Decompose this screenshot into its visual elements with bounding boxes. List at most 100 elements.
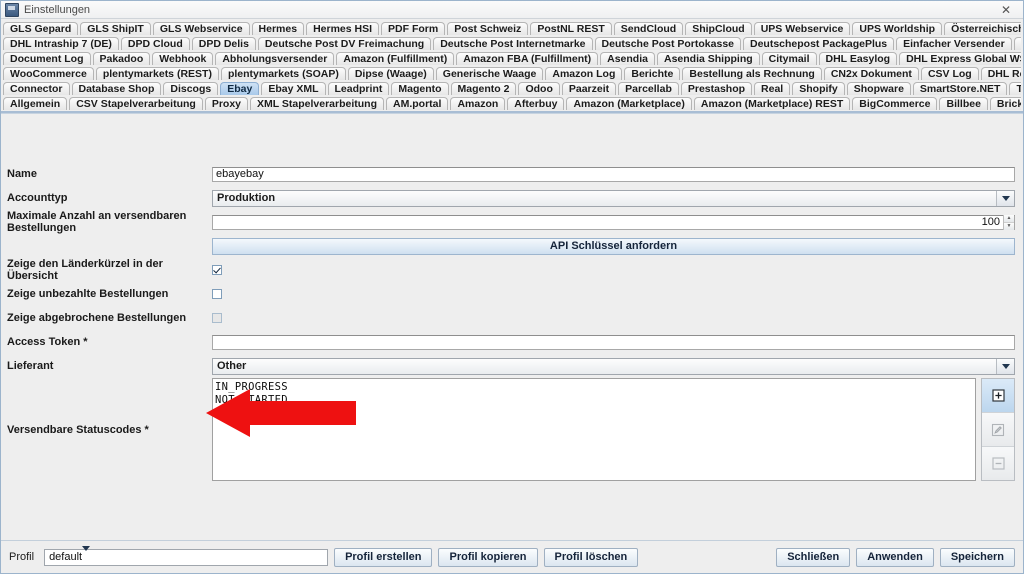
tab-trackingportal[interactable]: Trackingportal [1009, 82, 1021, 95]
tab-leadprint[interactable]: Leadprint [327, 82, 390, 95]
chevron-down-icon[interactable] [82, 546, 91, 563]
accounttyp-select[interactable]: Produktion [212, 189, 1015, 207]
tab-ups-worldship[interactable]: UPS Worldship [852, 22, 943, 35]
tab-bricklink[interactable]: Bricklink [989, 97, 1021, 110]
tab-citymail[interactable]: Citymail [761, 52, 817, 65]
tab-amazon-marketplace[interactable]: Amazon (Marketplace) [566, 97, 692, 110]
tab-deutschepost-packageplus[interactable]: Deutschepost PackagePlus [743, 37, 895, 50]
tab-dhl-easylog[interactable]: DHL Easylog [818, 52, 898, 65]
tab-amazon[interactable]: Amazon [450, 97, 506, 110]
tab-berichte[interactable]: Berichte [624, 67, 681, 80]
tab-magento[interactable]: Magento [391, 82, 449, 95]
tab-parcellab[interactable]: Parcellab [618, 82, 679, 95]
edit-statuscode-button[interactable] [982, 413, 1014, 447]
tab-abholungsversender[interactable]: Abholungsversender [215, 52, 335, 65]
tab-dhl-express-global-ws[interactable]: DHL Express Global WS [899, 52, 1021, 65]
tab-proxy[interactable]: Proxy [204, 97, 248, 110]
tab-database-shop[interactable]: Database Shop [71, 82, 162, 95]
chevron-down-icon[interactable] [996, 358, 1014, 374]
tab-prestashop[interactable]: Prestashop [680, 82, 753, 95]
stepper-arrows[interactable]: ▲ ▼ [1003, 214, 1014, 230]
tab-webhook[interactable]: Webhook [152, 52, 214, 65]
tab-asendia[interactable]: Asendia [600, 52, 655, 65]
tab-dhl-intraship-7-de[interactable]: DHL Intraship 7 (DE) [3, 37, 119, 50]
list-item[interactable]: IN_PROGRESS [215, 381, 975, 394]
tab-csv-stapelverarbeitung[interactable]: CSV Stapelverarbeitung [69, 97, 203, 110]
tab-document-log[interactable]: Document Log [3, 52, 91, 65]
tab-odoo[interactable]: Odoo [518, 82, 560, 95]
lieferant-select[interactable]: Other [212, 357, 1015, 375]
tab-real[interactable]: Real [754, 82, 791, 95]
tab-plentymarkets-rest[interactable]: plentymarkets (REST) [95, 67, 219, 80]
profil-select[interactable]: default [44, 546, 329, 566]
tab-billbee[interactable]: Billbee [939, 97, 988, 110]
apply-button[interactable]: Anwenden [856, 547, 934, 567]
statuscodes-list[interactable]: IN_PROGRESS NOT_STARTED [212, 378, 976, 481]
tab-amazon-fba-fulfillment[interactable]: Amazon FBA (Fulfillment) [456, 52, 599, 65]
tab-postnl-rest[interactable]: PostNL REST [530, 22, 612, 35]
tab-gls-webservice[interactable]: GLS Webservice [152, 22, 250, 35]
tab-dipse-waage[interactable]: Dipse (Waage) [347, 67, 434, 80]
tab-amazon-log[interactable]: Amazon Log [545, 67, 623, 80]
tab-afterbuy[interactable]: Afterbuy [507, 97, 565, 110]
show-country-checkbox[interactable] [212, 265, 222, 275]
add-statuscode-button[interactable] [982, 379, 1014, 413]
tab-connector[interactable]: Connector [3, 82, 70, 95]
delete-profile-button[interactable]: Profil löschen [543, 547, 639, 567]
tab-deutsche-post-dv-freimachung[interactable]: Deutsche Post DV Freimachung [257, 37, 432, 50]
show-cancelled-orders-checkbox[interactable] [212, 313, 222, 323]
request-api-key-button[interactable]: API Schlüssel anfordern [212, 237, 1015, 255]
tab-post-schweiz[interactable]: Post Schweiz [447, 22, 529, 35]
name-input[interactable]: ebayebay [212, 166, 1015, 182]
tab-bestellung-als-rechnung[interactable]: Bestellung als Rechnung [682, 67, 822, 80]
tab-csv-log[interactable]: CSV Log [920, 67, 979, 80]
tab-smartstore-net[interactable]: SmartStore.NET [912, 82, 1008, 95]
tab-plentymarkets-soap[interactable]: plentymarkets (SOAP) [220, 67, 346, 80]
tab-am-portal[interactable]: AM.portal [386, 97, 449, 110]
tab-hermes-hsi[interactable]: Hermes HSI [306, 22, 380, 35]
stepper-up-icon[interactable]: ▲ [1004, 214, 1014, 223]
tab-allgemein[interactable]: Allgemein [3, 97, 68, 110]
tab-deutsche-post-portokasse[interactable]: Deutsche Post Portokasse [594, 37, 741, 50]
access-token-input[interactable] [212, 334, 1015, 350]
tab-dpd-delis[interactable]: DPD Delis [191, 37, 256, 50]
tab-dhl-retoure[interactable]: DHL Retoure [980, 67, 1021, 80]
tab-shopware[interactable]: Shopware [846, 82, 911, 95]
tab-shipcloud[interactable]: ShipCloud [685, 22, 752, 35]
tab-xml-stapelverarbeitung[interactable]: XML Stapelverarbeitung [250, 97, 385, 110]
tab-asendia-shipping[interactable]: Asendia Shipping [656, 52, 760, 65]
tab-ups-webservice[interactable]: UPS Webservice [753, 22, 851, 35]
tab-amazon-fulfillment[interactable]: Amazon (Fulfillment) [336, 52, 455, 65]
tab-amazon-marketplace-rest[interactable]: Amazon (Marketplace) REST [693, 97, 851, 110]
tab-ebay-xml[interactable]: Ebay XML [261, 82, 326, 95]
tab-pakadoo[interactable]: Pakadoo [92, 52, 151, 65]
tab-einfacher-versender[interactable]: Einfacher Versender [896, 37, 1012, 50]
tab-fedex-webservice[interactable]: Fedex Webservice [1013, 37, 1021, 50]
tab-discogs[interactable]: Discogs [163, 82, 219, 95]
tab-pdf-form[interactable]: PDF Form [381, 22, 446, 35]
list-item[interactable]: NOT_STARTED [215, 394, 975, 407]
close-icon[interactable]: ✕ [993, 2, 1019, 17]
chevron-down-icon[interactable] [996, 190, 1014, 206]
tab-sendcloud[interactable]: SendCloud [613, 22, 684, 35]
tab-hermes[interactable]: Hermes [251, 22, 305, 35]
max-orders-stepper[interactable]: 100 ▲ ▼ [212, 214, 1015, 230]
tab-deutsche-post-internetmarke[interactable]: Deutsche Post Internetmarke [433, 37, 593, 50]
tab-cn2x-dokument[interactable]: CN2x Dokument [823, 67, 919, 80]
tab-ebay[interactable]: Ebay [220, 82, 260, 95]
tab-gls-gepard[interactable]: GLS Gepard [3, 22, 79, 35]
tab-bigcommerce[interactable]: BigCommerce [852, 97, 938, 110]
tab-dpd-cloud[interactable]: DPD Cloud [120, 37, 190, 50]
tab-sterreichische-post[interactable]: Österreichische Post [944, 22, 1021, 35]
tab-shopify[interactable]: Shopify [792, 82, 845, 95]
tab-gls-shipit[interactable]: GLS ShipIT [80, 22, 151, 35]
copy-profile-button[interactable]: Profil kopieren [438, 547, 538, 567]
create-profile-button[interactable]: Profil erstellen [334, 547, 433, 567]
stepper-down-icon[interactable]: ▼ [1004, 222, 1014, 230]
save-button[interactable]: Speichern [939, 547, 1015, 567]
show-unpaid-orders-checkbox[interactable] [212, 289, 222, 299]
tab-woocommerce[interactable]: WooCommerce [3, 67, 94, 80]
remove-statuscode-button[interactable] [982, 447, 1014, 480]
tab-paarzeit[interactable]: Paarzeit [561, 82, 617, 95]
tab-generische-waage[interactable]: Generische Waage [435, 67, 544, 80]
